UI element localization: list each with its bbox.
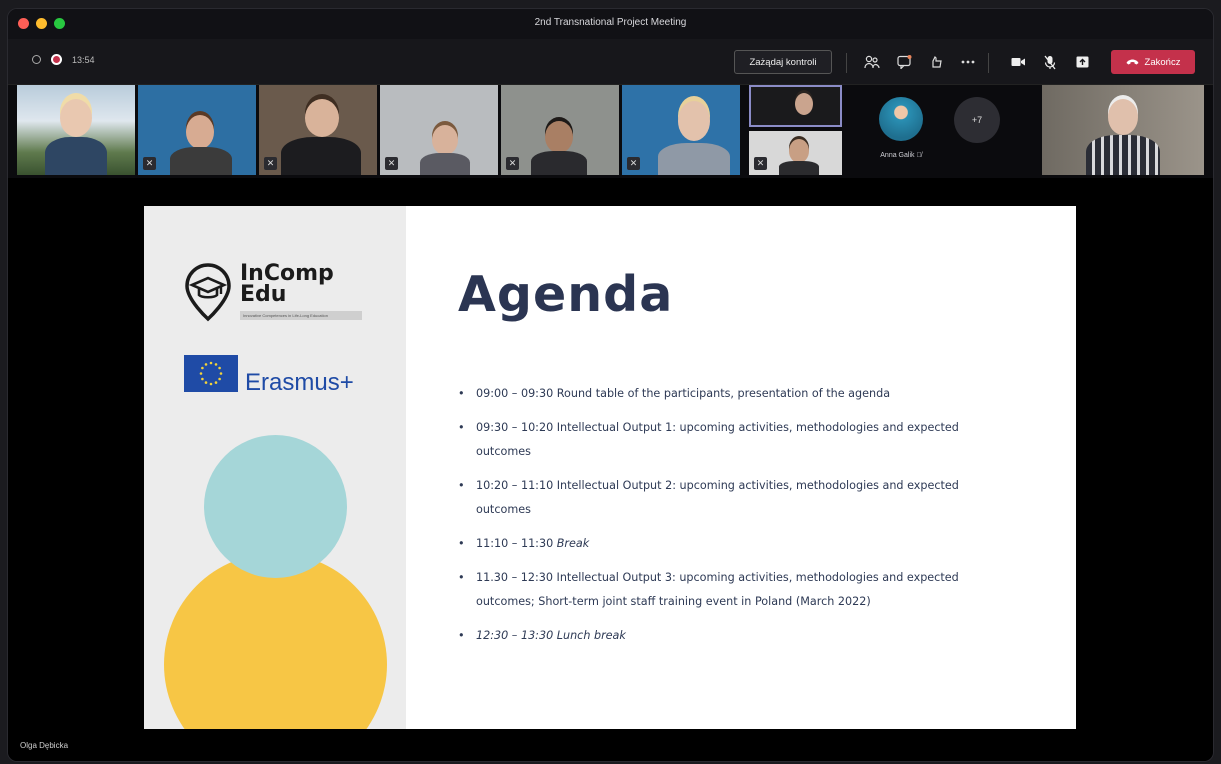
participant-video <box>545 121 573 153</box>
toolbar-divider <box>846 53 847 73</box>
meeting-status: 13:54 <box>32 54 95 65</box>
agenda-item: 11:10 – 11:30 Break <box>458 532 998 556</box>
mic-muted-icon: 🎙̸ <box>916 152 922 159</box>
participant-video <box>1108 99 1138 135</box>
meeting-toolbar: 13:54 Zażądaj kontroli Zakończ <box>8 39 1213 85</box>
recording-icon <box>51 54 62 65</box>
participant-tile[interactable]: ✕ <box>501 85 619 175</box>
participant-video <box>1086 135 1160 175</box>
participant-video <box>170 147 232 175</box>
presenter-name-label: Olga Dębicka <box>20 741 69 750</box>
mic-muted-icon: ✕ <box>627 157 640 170</box>
agenda-item: 11.30 – 12:30 Intellectual Output 3: upc… <box>458 566 998 614</box>
incompedu-logo: InComp Edu <box>240 261 334 307</box>
leave-label: Zakończ <box>1144 56 1181 68</box>
leave-meeting-button[interactable]: Zakończ <box>1111 50 1195 74</box>
slide-title: Agenda <box>458 266 674 323</box>
mic-muted-icon: ✕ <box>754 157 767 170</box>
agenda-list: 09:00 – 09:30 Round table of the partici… <box>458 382 998 658</box>
shared-screen-stage: InComp Edu Innovative Competences in Lif… <box>8 178 1213 761</box>
mic-muted-icon: ✕ <box>264 157 277 170</box>
agenda-item: 09:00 – 09:30 Round table of the partici… <box>458 382 998 406</box>
title-bar: 2nd Transnational Project Meeting <box>8 9 1213 39</box>
participant-tile[interactable] <box>17 85 135 175</box>
participant-name: Anna Galik 🎙̸ <box>880 152 922 159</box>
participant-video <box>305 99 339 137</box>
participant-video <box>432 125 458 155</box>
people-icon[interactable] <box>861 52 883 72</box>
avatar <box>879 97 923 141</box>
reactions-icon[interactable] <box>925 52 947 72</box>
participant-video <box>789 139 809 163</box>
chat-icon[interactable] <box>893 52 915 72</box>
mic-muted-icon: ✕ <box>385 157 398 170</box>
participant-tile[interactable] <box>749 85 842 127</box>
shield-icon <box>32 55 41 64</box>
participant-video <box>779 161 819 175</box>
participant-tile[interactable]: ✕ <box>380 85 498 175</box>
participant-video <box>186 115 214 149</box>
meeting-window: 2nd Transnational Project Meeting 13:54 … <box>8 9 1213 761</box>
eu-flag-icon <box>184 355 238 392</box>
mic-muted-icon: ✕ <box>143 157 156 170</box>
participant-tile[interactable]: ✕ <box>259 85 377 175</box>
agenda-item: 12:30 – 13:30 Lunch break <box>458 624 998 648</box>
participant-video <box>281 137 361 175</box>
more-participants-button[interactable]: +7 <box>954 97 1000 143</box>
logo-tagline: Innovative Competences in Life-Long Educ… <box>240 311 362 320</box>
more-icon[interactable] <box>957 52 979 72</box>
participant-tile[interactable]: ✕ <box>749 131 842 175</box>
participant-tile[interactable]: Anna Galik 🎙̸ <box>856 85 946 175</box>
share-icon[interactable] <box>1071 52 1093 72</box>
participant-video <box>45 137 107 175</box>
graduation-cap-pin-icon <box>185 263 231 322</box>
meeting-timer: 13:54 <box>72 54 95 65</box>
camera-icon[interactable] <box>1007 52 1029 72</box>
participant-video <box>658 143 730 175</box>
mic-muted-icon[interactable] <box>1039 52 1061 72</box>
slide-sidebar: InComp Edu Innovative Competences in Lif… <box>144 206 406 729</box>
request-control-button[interactable]: Zażądaj kontroli <box>734 50 832 74</box>
presentation-slide: InComp Edu Innovative Competences in Lif… <box>144 206 1076 729</box>
participant-video <box>678 101 710 141</box>
decorative-circle-teal <box>204 435 347 578</box>
agenda-item: 09:30 – 10:20 Intellectual Output 1: upc… <box>458 416 998 464</box>
participant-strip: ✕ ✕ ✕ ✕ ✕ ✕ Anna Galik 🎙̸ +7 <box>8 85 1213 178</box>
participant-video <box>420 153 470 175</box>
agenda-item: 10:20 – 11:10 Intellectual Output 2: upc… <box>458 474 998 522</box>
participant-video <box>60 99 92 137</box>
participant-tile[interactable]: ✕ <box>138 85 256 175</box>
decorative-circle-yellow <box>164 553 387 729</box>
mic-muted-icon: ✕ <box>506 157 519 170</box>
erasmus-logo-text: Erasmus+ <box>245 369 354 396</box>
participant-tile[interactable]: ✕ <box>622 85 740 175</box>
window-title: 2nd Transnational Project Meeting <box>534 17 687 28</box>
participant-video <box>531 151 587 175</box>
participant-tile[interactable] <box>1042 85 1204 175</box>
toolbar-divider <box>988 53 989 73</box>
participant-video <box>795 93 813 115</box>
phone-hangup-icon <box>1126 59 1139 65</box>
